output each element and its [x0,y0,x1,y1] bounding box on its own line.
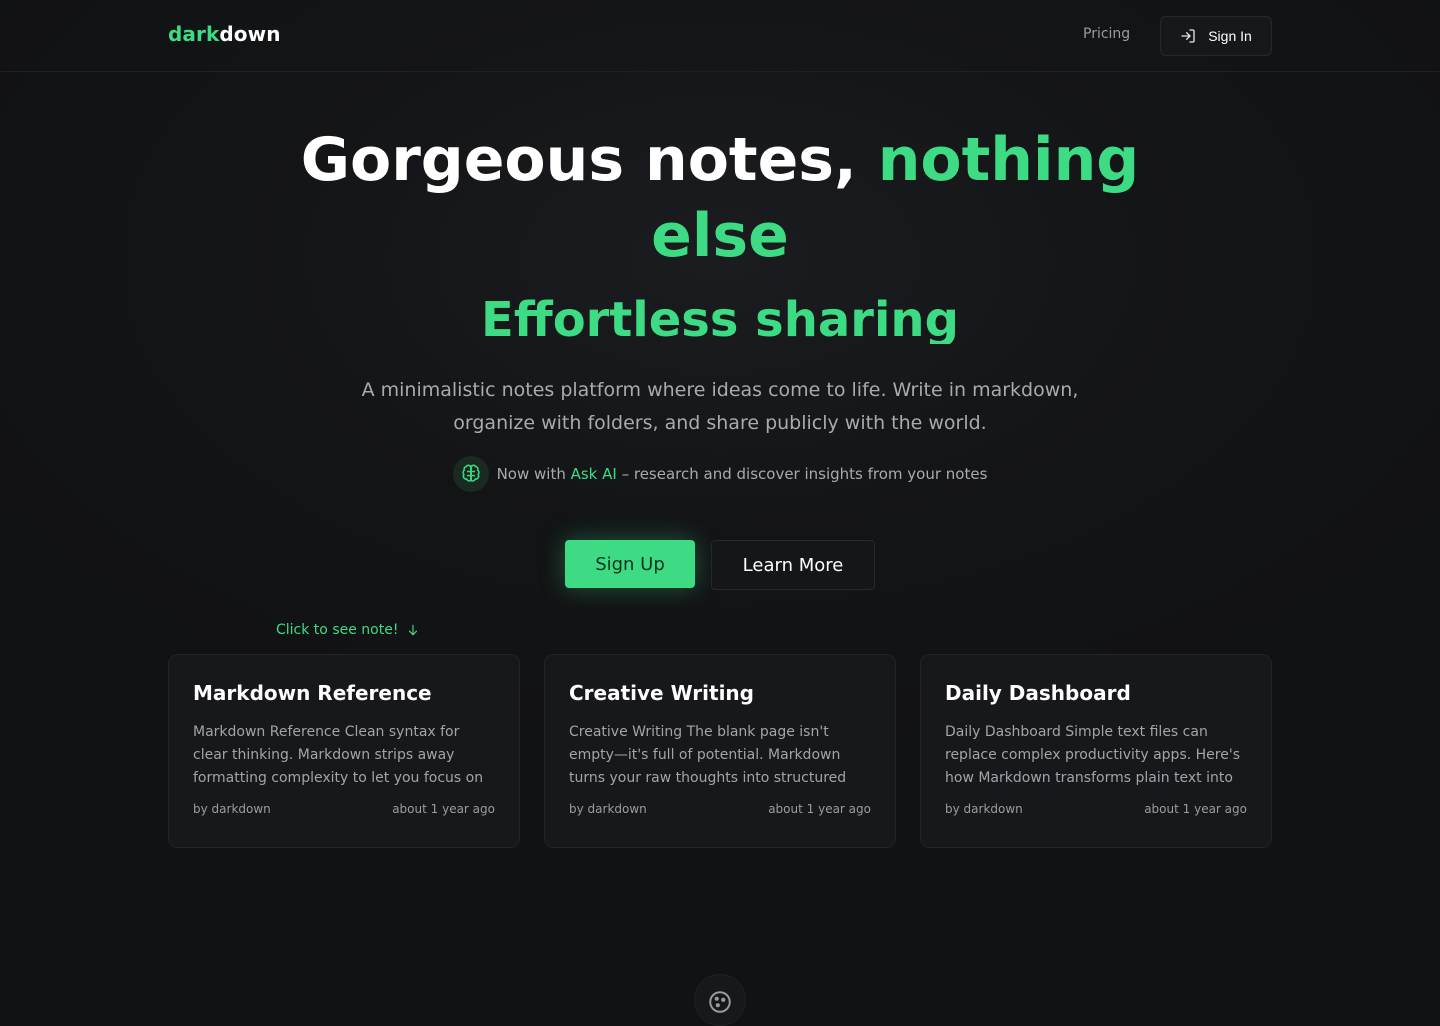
note-card[interactable]: Creative Writing Creative Writing The bl… [544,654,896,848]
note-card[interactable]: Daily Dashboard Daily Dashboard Simple t… [920,654,1272,848]
ask-ai-suffix: – research and discover insights from yo… [616,465,988,483]
note-card-time: about 1 year ago [1144,802,1247,816]
ask-ai-text: Now with Ask AI – research and discover … [497,465,988,483]
login-icon [1181,29,1195,43]
brain-icon [452,456,489,492]
note-card-title: Daily Dashboard [945,681,1131,705]
hero-description-line-2: organize with folders, and share publicl… [453,412,987,434]
cookie-icon [709,991,731,1013]
note-card-author: by darkdown [193,802,271,816]
note-card-meta: by darkdown about 1 year ago [193,802,495,816]
hero-title-white: Gorgeous notes, [300,125,878,195]
sign-in-button[interactable]: Sign In [1160,16,1272,56]
logo[interactable]: darkdown [168,22,281,46]
note-card-time: about 1 year ago [768,802,871,816]
note-card-time: about 1 year ago [392,802,495,816]
note-card-excerpt: Markdown Reference Clean syntax for clea… [193,724,484,786]
note-card-meta: by darkdown about 1 year ago [569,802,871,816]
note-card-meta: by darkdown about 1 year ago [945,802,1247,816]
note-card-excerpt: Creative Writing The blank page isn't em… [569,724,847,786]
nav-pricing-link[interactable]: Pricing [1083,26,1130,42]
sign-in-label: Sign In [1208,28,1252,44]
hero-title: Gorgeous notes, nothing else [0,122,1440,274]
note-card-title: Creative Writing [569,681,754,705]
click-hint: Click to see note! [276,622,420,638]
sign-up-button[interactable]: Sign Up [565,540,695,588]
hero-title-accent-1: nothing [877,125,1140,195]
ask-ai-highlight: Ask AI [570,465,617,483]
ask-ai-prefix: Now with [496,465,571,483]
note-card-excerpt: Daily Dashboard Simple text files can re… [945,724,1240,786]
logo-down-text: down [219,22,281,46]
note-card-author: by darkdown [945,802,1023,816]
learn-more-button[interactable]: Learn More [711,540,875,590]
hero-description: A minimalistic notes platform where idea… [360,374,1080,440]
hero-subtitle: Effortless sharing [481,292,959,344]
logo-dark-text: dark [168,22,220,46]
cookie-icon-button[interactable] [694,974,746,1026]
hero-title-accent-2: else [651,201,789,271]
ask-ai-announcement: Now with Ask AI – research and discover … [0,456,1440,492]
note-card-author: by darkdown [569,802,647,816]
note-card[interactable]: Markdown Reference Markdown Reference Cl… [168,654,520,848]
site-header: darkdown Pricing Sign In [0,0,1440,72]
hero-description-line-1: A minimalistic notes platform where idea… [361,379,1079,401]
click-hint-label: Click to see note! [276,622,399,638]
arrow-down-icon [409,624,418,636]
note-card-title: Markdown Reference [193,681,432,705]
